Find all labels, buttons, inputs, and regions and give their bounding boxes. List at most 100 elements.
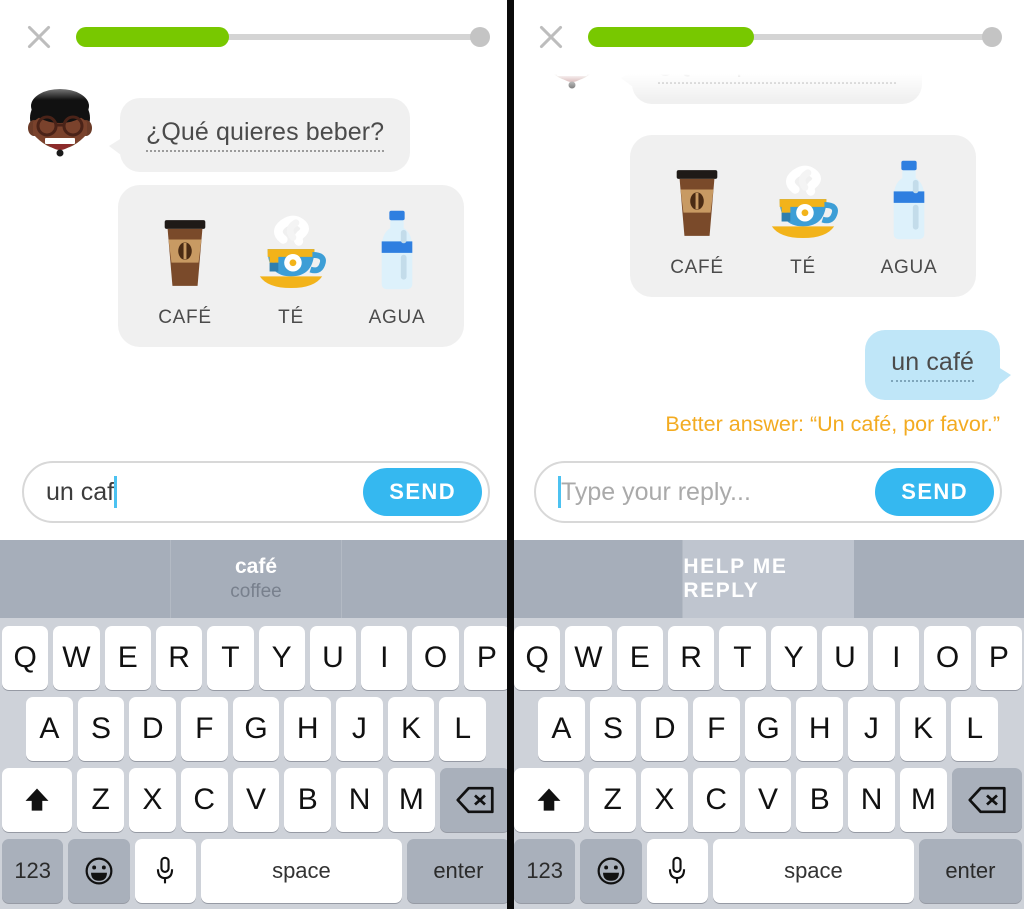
key-n[interactable]: N [336, 768, 383, 832]
key-f[interactable]: F [181, 697, 228, 761]
choice-te[interactable]: TÉ [250, 207, 332, 329]
send-button[interactable]: SEND [363, 468, 482, 516]
key-q[interactable]: Q [514, 626, 561, 690]
space-key[interactable]: space [713, 839, 914, 903]
bot-message-bubble: ¿Qué quieres beber? [108, 98, 411, 172]
suggestion-cell-empty-2[interactable] [854, 540, 1024, 618]
reply-input-value: un caf [46, 477, 115, 506]
key-e[interactable]: E [104, 626, 151, 690]
choice-agua[interactable]: AGUA [356, 207, 438, 329]
panel-right: ¿Qué quieres beber? CAFÉ [512, 0, 1024, 909]
key-b[interactable]: B [796, 768, 844, 832]
choice-agua[interactable]: AGUA [868, 157, 950, 279]
header-left [0, 0, 512, 100]
key-r[interactable]: R [155, 626, 203, 690]
lesson-progress-bar [588, 26, 1002, 48]
key-i[interactable]: I [873, 626, 920, 690]
suggestion-cell-cafe[interactable]: café coffee [171, 540, 342, 618]
reply-input-right[interactable]: Type your reply... SEND [534, 461, 1002, 523]
user-message-text: un café [891, 348, 974, 382]
reply-input-zone-left: un caf SEND [0, 444, 512, 540]
choice-label-cafe: CAFÉ [158, 307, 212, 328]
enter-key[interactable]: enter [918, 839, 1022, 903]
key-v[interactable]: V [744, 768, 792, 832]
key-w[interactable]: W [565, 626, 612, 690]
key-w[interactable]: W [53, 626, 100, 690]
suggestion-cell-empty-1[interactable] [0, 540, 171, 618]
choice-te[interactable]: TÉ [762, 157, 844, 279]
shift-arrow-icon[interactable] [2, 768, 73, 832]
numeric-mode-key[interactable]: 123 [514, 839, 576, 903]
header-right [512, 0, 1024, 100]
key-m[interactable]: M [387, 768, 435, 832]
suggestion-cell-empty-2[interactable] [342, 540, 512, 618]
key-d[interactable]: D [129, 697, 176, 761]
key-g[interactable]: G [232, 697, 280, 761]
backspace-delete-icon[interactable] [951, 768, 1022, 832]
key-g[interactable]: G [744, 697, 792, 761]
progress-fill [588, 27, 754, 47]
key-j[interactable]: J [848, 697, 895, 761]
choice-cafe[interactable]: CAFÉ [144, 207, 226, 329]
key-a[interactable]: A [25, 697, 73, 761]
key-j[interactable]: J [336, 697, 383, 761]
send-button[interactable]: SEND [875, 468, 994, 516]
key-y[interactable]: Y [258, 626, 305, 690]
key-p[interactable]: P [463, 626, 510, 690]
key-h[interactable]: H [796, 697, 844, 761]
space-key[interactable]: space [201, 839, 402, 903]
help-me-reply-button[interactable]: HELP ME REPLY [683, 540, 854, 618]
emoji-smiley-icon[interactable] [68, 839, 130, 903]
choice-cafe[interactable]: CAFÉ [656, 157, 738, 279]
key-p[interactable]: P [975, 626, 1022, 690]
key-s[interactable]: S [77, 697, 125, 761]
key-d[interactable]: D [641, 697, 688, 761]
key-u[interactable]: U [821, 626, 869, 690]
key-x[interactable]: X [129, 768, 176, 832]
key-t[interactable]: T [719, 626, 766, 690]
reply-input-placeholder: Type your reply... [561, 477, 751, 506]
microphone-icon[interactable] [646, 839, 709, 903]
emoji-smiley-icon[interactable] [580, 839, 642, 903]
key-u[interactable]: U [309, 626, 357, 690]
backspace-delete-icon[interactable] [439, 768, 510, 832]
key-h[interactable]: H [284, 697, 332, 761]
choice-label-te: TÉ [278, 307, 304, 328]
key-r[interactable]: R [667, 626, 715, 690]
key-q[interactable]: Q [2, 626, 49, 690]
suggestion-cell-empty-1[interactable] [512, 540, 684, 618]
reply-input-left[interactable]: un caf SEND [22, 461, 490, 523]
key-n[interactable]: N [848, 768, 895, 832]
key-a[interactable]: A [537, 697, 585, 761]
key-f[interactable]: F [693, 697, 740, 761]
close-x-icon[interactable] [22, 20, 56, 54]
key-v[interactable]: V [232, 768, 280, 832]
key-b[interactable]: B [284, 768, 332, 832]
key-x[interactable]: X [641, 768, 688, 832]
key-z[interactable]: Z [589, 768, 636, 832]
shift-arrow-icon[interactable] [514, 768, 585, 832]
key-z[interactable]: Z [77, 768, 124, 832]
key-l[interactable]: L [951, 697, 999, 761]
key-k[interactable]: K [899, 697, 947, 761]
better-answer-hint: Better answer: “Un café, por favor.” [665, 412, 1000, 436]
key-m[interactable]: M [899, 768, 947, 832]
key-y[interactable]: Y [770, 626, 817, 690]
key-e[interactable]: E [616, 626, 663, 690]
key-c[interactable]: C [692, 768, 740, 832]
key-o[interactable]: O [412, 626, 459, 690]
key-l[interactable]: L [439, 697, 487, 761]
key-t[interactable]: T [207, 626, 254, 690]
key-c[interactable]: C [180, 768, 228, 832]
key-i[interactable]: I [361, 626, 408, 690]
key-o[interactable]: O [924, 626, 971, 690]
close-x-icon[interactable] [534, 20, 568, 54]
text-caret [114, 476, 118, 508]
keyboard-left: Q W E R T Y U I O P A S D F G H J K L Z … [0, 618, 512, 909]
numeric-mode-key[interactable]: 123 [2, 839, 64, 903]
suggestion-translation: coffee [230, 581, 282, 602]
microphone-icon[interactable] [134, 839, 197, 903]
key-s[interactable]: S [589, 697, 637, 761]
enter-key[interactable]: enter [406, 839, 510, 903]
key-k[interactable]: K [387, 697, 435, 761]
